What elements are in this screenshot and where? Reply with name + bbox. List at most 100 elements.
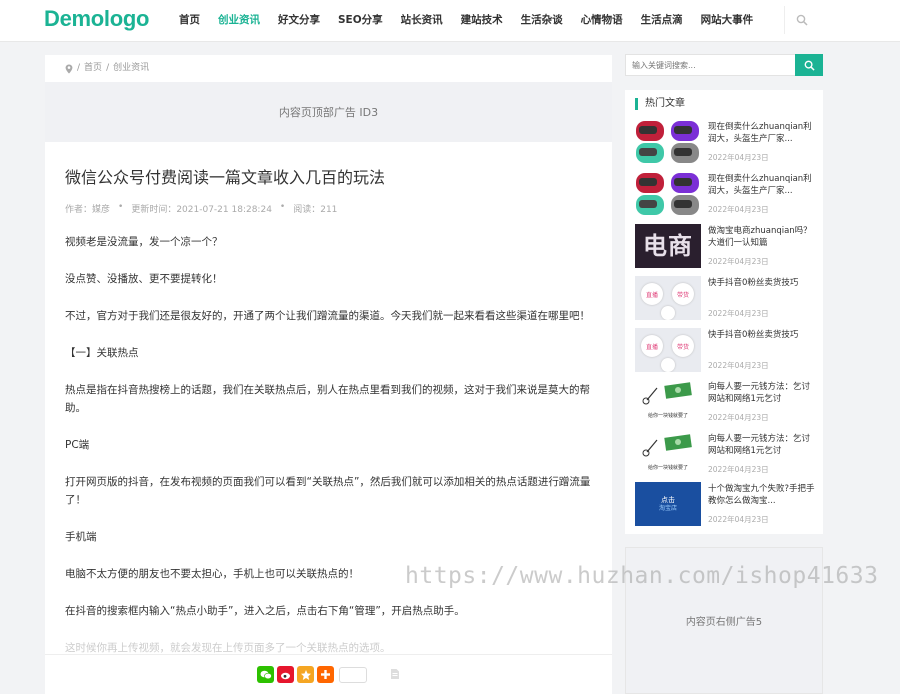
article-updated-time: 更新时间：2021-07-21 18:28:24 [131,205,272,215]
sidebar-search-input[interactable] [625,54,795,76]
live-selling-thumbnail: 直播 带货 [635,276,701,320]
hot-article-date: 2022年04月23日 [708,309,769,318]
hot-article-title: 快手抖音0粉丝卖货技巧 [708,278,799,288]
hot-article-title: 向每人要一元钱方法：乞讨网站和网络1元乞讨 [708,434,811,456]
thumbnail-text: 带货 [672,335,694,357]
article-paragraph: 在抖音的搜索框内输入“热点小助手”，进入之后，点击右下角“管理”，开启热点助手。 [65,605,465,617]
breadcrumb-separator: / [106,63,110,73]
decorative-ball [661,358,675,372]
hot-article-title: 向每人要一元钱方法：乞讨网站和网络1元乞讨 [708,382,811,404]
article-paragraph: 视频老是没流量，发一个凉一个？ [65,236,223,248]
article-author: 作者：媒彦 [65,205,111,215]
qzone-share-icon[interactable] [297,666,314,683]
article-paragraph: 没点赞、没播放、更不要提转化！ [65,273,223,285]
article-paragraph: 打开网页版的抖音，在发布视频的页面我们可以看到“关联热点”，然后我们就可以添加相… [65,476,591,506]
share-count-box [339,666,367,683]
weibo-share-icon[interactable] [277,666,294,683]
hot-article-title: 现在倒卖什么zhuanqian利润大，头盔生产厂家... [708,174,812,196]
thumbnail-text: 直播 [641,335,663,357]
wechat-share-icon[interactable] [257,666,274,683]
hot-article-date: 2022年04月23日 [708,257,769,266]
thumbnail-text: 电商 [643,232,693,260]
nav-item-home[interactable]: 首页 [170,0,209,42]
helmet-thumbnail [635,172,701,216]
nav-item-daily[interactable]: 生活点滴 [632,0,692,42]
sidebar-search-button[interactable] [795,54,823,76]
share-bar [45,654,612,694]
hot-article-item[interactable]: 现在倒卖什么zhuanqian利润大，头盔生产厂家... 2022年04月23日 [635,120,817,164]
sidebar-search [625,54,823,76]
search-icon [804,60,815,71]
hot-article-date: 2022年04月23日 [708,515,769,524]
article-meta: 作者：媒彦 • 更新时间：2021-07-21 18:28:24 • 阅读：21… [65,202,592,215]
hot-article-title: 现在倒卖什么zhuanqian利润大，头盔生产厂家... [708,122,812,144]
article-paragraph: 不过，官方对于我们还是很友好的，开通了两个让我们蹭流量的渠道。今天我们就一起来看… [65,310,590,322]
hot-article-item[interactable]: 现在倒卖什么zhuanqian利润大，头盔生产厂家... 2022年04月23日 [635,172,817,216]
breadcrumb: / 首页 / 创业资讯 [45,55,612,82]
article-title: 微信公众号付费阅读一篇文章收入几百的玩法 [65,168,386,187]
top-ad-banner[interactable]: 内容页顶部广告 ID3 [45,82,612,142]
article-paragraph: PC端 [65,439,90,451]
more-share-icon[interactable] [317,666,334,683]
article-paragraph: 电脑不太方便的朋友也不要太担心，手机上也可以关联热点的！ [65,568,359,580]
breadcrumb-home-link[interactable]: 首页 [84,55,102,82]
hot-article-item[interactable]: 给你一块钱就要了 向每人要一元钱方法：乞讨网站和网络1元乞讨 2022年04月2… [635,432,817,476]
hot-article-item[interactable]: 直播 带货 快手抖音0粉丝卖货技巧 2022年04月23日 [635,328,817,372]
hot-articles-title: 热门文章 [635,98,685,110]
nav-item-tech[interactable]: 建站技术 [452,0,512,42]
hot-article-item[interactable]: 点击 淘宝店 十个做淘宝九个失败?手把手教你怎么做淘宝... 2022年04月2… [635,482,817,526]
hot-article-date: 2022年04月23日 [708,153,769,162]
hot-article-title: 做淘宝电商zhuanqian吗？大道们一认知篇 [708,226,812,248]
hot-article-item[interactable]: 电商 做淘宝电商zhuanqian吗？大道们一认知篇 2022年04月23日 [635,224,817,268]
thumbnail-caption: 给你一块钱就要了 [647,465,688,471]
site-logo[interactable]: Demologo [44,6,149,32]
sidebar-ad-label: 内容页右侧广告5 [685,617,763,628]
article-content: 微信公众号付费阅读一篇文章收入几百的玩法 作者：媒彦 • 更新时间：2021-0… [45,142,612,694]
ecommerce-thumbnail: 电商 [635,224,701,268]
meta-dot: • [118,202,124,212]
hot-article-date: 2022年04月23日 [708,205,769,214]
main-nav: 首页 创业资讯 好文分享 SEO分享 站长资讯 建站技术 生活杂谈 心情物语 生… [170,0,762,42]
header-search-button[interactable] [784,6,818,34]
live-selling-thumbnail: 直播 带货 [635,328,701,372]
decorative-ball [661,306,675,320]
money-icon [642,434,692,457]
nav-item-events[interactable]: 网站大事件 [692,0,763,42]
thumbnail-text: 带货 [672,283,694,305]
hot-article-item[interactable]: 给你一块钱就要了 向每人要一元钱方法：乞讨网站和网络1元乞讨 2022年04月2… [635,380,817,424]
nav-item-articles[interactable]: 好文分享 [269,0,329,42]
hot-article-title: 快手抖音0粉丝卖货技巧 [708,330,799,340]
article-paragraph: 手机端 [65,531,97,543]
sidebar-ad-banner[interactable]: 内容页右侧广告5 [625,547,823,694]
thumbnail-text: 直播 [641,283,663,305]
location-pin-icon [65,64,73,73]
nav-item-mood[interactable]: 心情物语 [572,0,632,42]
meta-dot: • [279,202,286,212]
hot-articles-panel: 热门文章 现在倒卖什么zhuanqian利润大，头盔生产厂家... 2022年0… [625,90,823,534]
nav-item-webmaster[interactable]: 站长资讯 [392,0,452,42]
thumbnail-text: 点击 [661,495,675,504]
hot-article-item[interactable]: 直播 带货 快手抖音0粉丝卖货技巧 2022年04月23日 [635,276,817,320]
taobao-thumbnail: 点击 淘宝店 [635,482,701,526]
article-paragraph: 【一】关联热点 [65,347,139,359]
document-icon[interactable] [390,665,400,684]
site-header: Demologo 首页 创业资讯 好文分享 SEO分享 站长资讯 建站技术 生活… [0,0,900,42]
search-icon [796,14,808,26]
article-read-count: 阅读：211 [293,205,338,215]
money-icon [642,382,692,405]
hot-article-date: 2022年04月23日 [708,413,769,422]
top-ad-label: 内容页顶部广告 ID3 [278,106,379,119]
money-thumbnail: 给你一块钱就要了 [635,380,701,424]
nav-item-startup-news[interactable]: 创业资讯 [209,0,269,42]
nav-item-seo[interactable]: SEO分享 [329,0,392,42]
nav-item-life[interactable]: 生活杂谈 [512,0,572,42]
hot-article-date: 2022年04月23日 [708,465,769,474]
article-paragraph: 热点是指在抖音热搜榜上的话题，我们在关联热点后，别人在热点里看到我们的视频，这对… [65,384,590,414]
hot-article-title: 十个做淘宝九个失败?手把手教你怎么做淘宝... [708,484,815,506]
money-thumbnail: 给你一块钱就要了 [635,432,701,476]
breadcrumb-category-link[interactable]: 创业资讯 [113,55,149,82]
thumbnail-text: 淘宝店 [658,504,677,512]
thumbnail-caption: 给你一块钱就要了 [647,413,688,419]
helmet-thumbnail [635,120,701,164]
hot-article-date: 2022年04月23日 [708,361,769,370]
